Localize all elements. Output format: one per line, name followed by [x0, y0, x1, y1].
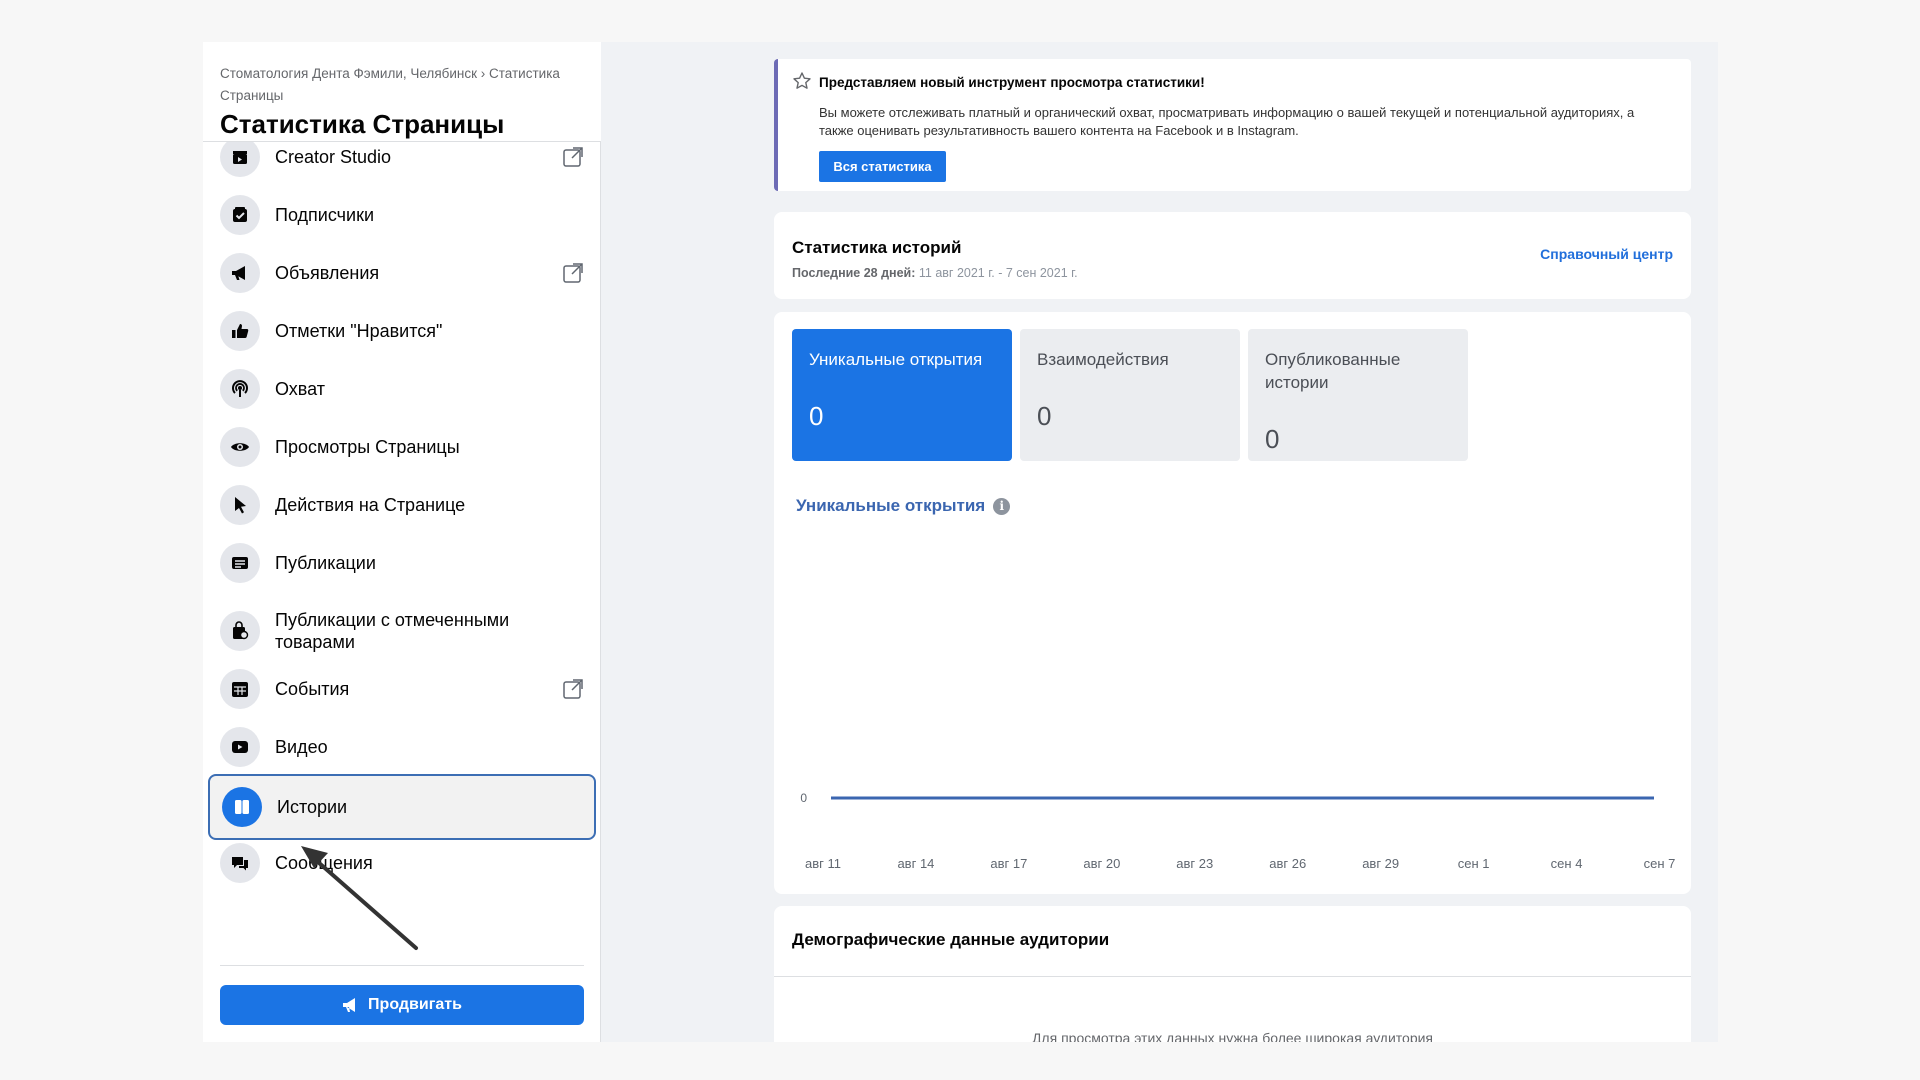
- promote-button[interactable]: Продвигать: [220, 985, 584, 1025]
- x-tick-label: сен 1: [1458, 856, 1490, 871]
- line-chart: 0 авг 11 авг 14 авг 17 авг 20 авг 23 авг 26 авг…: [800, 791, 1676, 871]
- demographics-note: Для просмотра этих данных нужна более ши…: [1031, 1030, 1434, 1042]
- stories-header-card: Статистика историй Последние 28 дней: 11…: [774, 212, 1691, 299]
- metric-label: Взаимодействия: [1037, 350, 1169, 369]
- demographics-title: Демографические данные аудитории: [792, 930, 1110, 949]
- chat-bubbles-icon: [220, 843, 260, 883]
- date-range-label: Последние 28 дней:: [792, 266, 916, 280]
- x-tick-label: авг 23: [1176, 856, 1213, 871]
- x-tick-label: авг 17: [990, 856, 1027, 871]
- sidebar-item-broadcast[interactable]: Охват: [208, 360, 596, 418]
- x-tick-label: авг 11: [805, 856, 841, 871]
- external-link-icon[interactable]: [562, 678, 584, 700]
- sidebar-header: Стоматология Дента Фэмили, Челябинск › С…: [203, 42, 601, 142]
- all-insights-button[interactable]: Вся статистика: [819, 151, 946, 182]
- announcement-card: Представляем новый инструмент просмотра …: [774, 59, 1691, 191]
- megaphone-icon: [343, 998, 356, 1012]
- star-icon[interactable]: [792, 71, 812, 91]
- sidebar-item-label: События: [275, 679, 350, 699]
- external-link-icon[interactable]: [562, 146, 584, 168]
- demographics-divider: [774, 976, 1691, 977]
- sidebar-item-label: Видео: [275, 737, 328, 757]
- metric-tile-interactions[interactable]: Взаимодействия 0: [1020, 329, 1240, 461]
- sidebar-item-label: Публикации с отмеченными товарами: [275, 610, 510, 652]
- chart-title-text: Уникальные открытия: [796, 496, 986, 515]
- sidebar-item-label: Creator Studio: [275, 147, 392, 167]
- metric-value: 0: [809, 401, 824, 431]
- sidebar-item-label: Сообщения: [275, 853, 373, 873]
- page-title: Статистика Страницы: [220, 109, 505, 139]
- metric-value: 0: [1265, 424, 1280, 454]
- sidebar: Business SuiteCreator StudioПодписчикиОб…: [203, 42, 601, 1042]
- sidebar-item-label: Просмотры Страницы: [275, 437, 460, 457]
- cursor-icon: [220, 485, 260, 525]
- date-range: Последние 28 дней: 11 авг 2021 г. - 7 се…: [792, 266, 1078, 280]
- sidebar-item-label: Публикации: [275, 553, 376, 573]
- sidebar-item-posts[interactable]: Публикации: [208, 534, 596, 592]
- page-frame: Business SuiteCreator StudioПодписчикиОб…: [203, 42, 1718, 1042]
- x-tick-label: авг 14: [897, 856, 934, 871]
- video-play-icon: [220, 727, 260, 767]
- sidebar-item-checkbox[interactable]: Подписчики: [208, 186, 596, 244]
- metric-value: 0: [1037, 401, 1052, 431]
- sidebar-item-thumbs-up[interactable]: Отметки "Нравится": [208, 302, 596, 360]
- y-tick-label: 0: [800, 791, 807, 805]
- demographics-card: Демографические данные аудитории Для про…: [774, 906, 1691, 1042]
- sidebar-item-video-play[interactable]: Видео: [208, 718, 596, 776]
- metric-label: Уникальные открытия: [809, 350, 983, 369]
- sidebar-item-cursor[interactable]: Действия на Странице: [208, 476, 596, 534]
- metric-label: Опубликованные истории: [1265, 350, 1401, 392]
- x-tick-label: сен 7: [1644, 856, 1676, 871]
- stories-icon: [222, 787, 262, 827]
- x-tick-label: сен 4: [1551, 856, 1583, 871]
- megaphone-icon: [220, 253, 260, 293]
- sidebar-item-eye[interactable]: Просмотры Страницы: [208, 418, 596, 476]
- sidebar-item-calendar[interactable]: События: [208, 660, 596, 718]
- metric-tile-unique-opens[interactable]: Уникальные открытия 0: [792, 329, 1012, 461]
- sidebar-divider: [220, 965, 584, 966]
- chart-title: Уникальные открытия i: [796, 496, 1011, 516]
- sidebar-item-label: Объявления: [275, 263, 380, 283]
- calendar-icon: [220, 669, 260, 709]
- sidebar-item-megaphone[interactable]: Объявления: [208, 244, 596, 302]
- sidebar-item-stories[interactable]: Истории: [208, 774, 596, 840]
- announcement-text: Вы можете отслеживать платный и органиче…: [819, 105, 1635, 138]
- sidebar-item-label: Подписчики: [275, 205, 375, 225]
- sidebar-item-label: Истории: [277, 797, 348, 817]
- announcement-title: Представляем новый инструмент просмотра …: [819, 75, 1205, 90]
- metric-tile-published-stories[interactable]: Опубликованные истории 0: [1248, 329, 1468, 461]
- sidebar-item-label: Охват: [275, 379, 326, 399]
- help-center-link[interactable]: Справочный центр: [1540, 246, 1673, 262]
- thumbs-up-icon: [220, 311, 260, 351]
- checkbox-icon: [220, 195, 260, 235]
- external-link-icon[interactable]: [562, 262, 584, 284]
- metrics-card: Уникальные открытия 0 Взаимодействия 0 О…: [774, 312, 1691, 894]
- x-tick-label: авг 29: [1362, 856, 1399, 871]
- eye-icon: [220, 427, 260, 467]
- shopping-bag-icon: [220, 611, 260, 651]
- sidebar-item-label: Отметки "Нравится": [275, 321, 443, 341]
- clapperboard-icon: [220, 137, 260, 177]
- sidebar-item-shopping-bag[interactable]: Публикации с отмеченными товарами: [208, 598, 596, 664]
- x-tick-label: авг 26: [1269, 856, 1306, 871]
- promote-button-label: Продвигать: [368, 996, 462, 1013]
- broadcast-icon: [220, 369, 260, 409]
- x-tick-label: авг 20: [1083, 856, 1120, 871]
- breadcrumb[interactable]: Стоматология Дента Фэмили, Челябинск › С…: [220, 63, 580, 107]
- sidebar-item-label: Действия на Странице: [275, 495, 466, 515]
- date-range-value: 11 авг 2021 г. - 7 сен 2021 г.: [918, 266, 1078, 280]
- sidebar-item-chat-bubbles[interactable]: Сообщения: [208, 834, 596, 892]
- posts-icon: [220, 543, 260, 583]
- stories-title: Статистика историй: [792, 238, 962, 257]
- info-icon[interactable]: i: [993, 497, 1011, 515]
